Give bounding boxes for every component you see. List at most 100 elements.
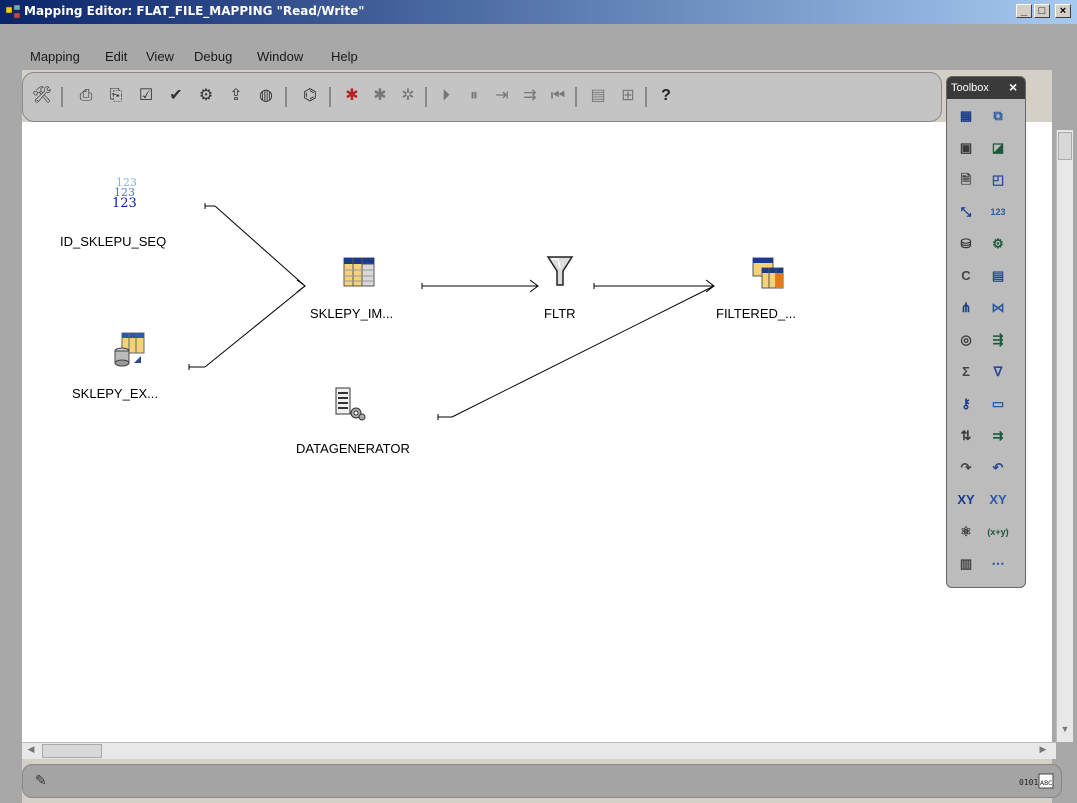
scroll-right-arrow-icon[interactable]: ▶ — [1036, 744, 1050, 758]
transformation-icon[interactable]: ⚙ — [987, 233, 1009, 255]
debug-stop-icon[interactable]: ✱ — [369, 85, 391, 107]
deploy-icon[interactable]: ⇪ — [225, 85, 247, 107]
window-title: Mapping Editor: FLAT_FILE_MAPPING "Read/… — [24, 4, 365, 18]
step-over-icon[interactable]: ⇉ — [519, 85, 541, 107]
aggregator-icon[interactable]: Σ — [955, 361, 977, 383]
scroll-down-arrow-icon[interactable]: ▼ — [1058, 724, 1072, 738]
validate-icon[interactable]: ✔ — [165, 85, 187, 107]
svg-text:123: 123 — [112, 196, 137, 210]
pre-mapping-icon[interactable]: ↷ — [955, 457, 977, 479]
node-label: ID_SKLEPU_SEQ — [60, 234, 167, 249]
pencil-icon: ✎ — [35, 772, 47, 788]
watch-icon[interactable]: ▤ — [587, 85, 609, 107]
toolbox-header: Toolbox × — [947, 77, 1025, 99]
maximize-button[interactable]: □ — [1034, 4, 1050, 18]
main-toolbar: 🛠 ⎙ ⎘ ☑ ✔ ⚙ ⇪ ◍ ⌬ ✱ ✱ ✲ ⏵ ⏸ ⇥ ⇉ ⏮ ▤ ⊞ ? — [22, 72, 942, 122]
splitter-icon[interactable]: ⋔ — [955, 297, 977, 319]
sequence-icon[interactable]: 123 — [987, 201, 1009, 223]
toolbar-separator — [285, 87, 287, 107]
svg-text:ABC: ABC — [1040, 780, 1052, 787]
data-generator-icon — [335, 387, 366, 421]
toolbox-title: Toolbox — [951, 82, 989, 94]
menu-debug[interactable]: Debug — [194, 49, 232, 64]
constant-icon[interactable]: C — [955, 265, 977, 287]
joiner-icon[interactable]: ⋈ — [987, 297, 1009, 319]
status-bar: ✎ 0101 ABC — [22, 764, 1062, 798]
table-function-icon[interactable]: ▥ — [955, 553, 977, 575]
tools-icon[interactable]: 🛠 — [31, 85, 53, 107]
cube-icon[interactable]: ◰ — [987, 169, 1009, 191]
toolbar-separator — [329, 87, 331, 107]
scroll-thumb[interactable] — [42, 744, 102, 758]
name-address-icon[interactable]: XY — [955, 489, 977, 511]
flat-file-icon[interactable]: 🗎 — [955, 169, 977, 191]
mapping-canvas[interactable]: 123 123 123 ID_SKLEPU_SEQ SKLEPY_EX... S… — [22, 122, 1052, 742]
toolbox-palette[interactable]: Toolbox × ▦ ⧉ ▣ ◪ 🗎 ◰ ⤡ 123 ⛁ ⚙ C ▤ ⋔ ⋈ ◎ ⇶ Σ ∇ ⚷ ▭ ⇅ ⇉ ↷ ↶ XY XY… — [946, 76, 1026, 588]
menu-edit[interactable]: Edit — [105, 49, 127, 64]
materialized-view-icon[interactable]: ▣ — [955, 137, 977, 159]
menu-mapping[interactable]: Mapping — [30, 49, 80, 64]
debug-start-icon[interactable]: ✱ — [341, 85, 363, 107]
deduplicator-icon[interactable]: ⇶ — [987, 329, 1009, 351]
pivot-icon[interactable]: ⇉ — [987, 425, 1009, 447]
pause-icon[interactable]: ⏸ — [463, 85, 485, 107]
filter-icon — [546, 256, 574, 286]
properties-icon[interactable]: ☑ — [135, 85, 157, 107]
tag-icon[interactable]: ⌬ — [299, 85, 321, 107]
expression-icon[interactable]: ▭ — [987, 393, 1009, 415]
print-icon[interactable]: ⎙ — [75, 85, 97, 107]
function-icon[interactable]: (x+y) — [987, 521, 1009, 543]
menu-window[interactable]: Window — [257, 49, 303, 64]
external-table-icon — [114, 332, 145, 367]
table-icon[interactable]: ▦ — [955, 105, 977, 127]
globe-icon[interactable]: ◍ — [255, 85, 277, 107]
connector-datagen-to-filtered[interactable] — [451, 285, 715, 418]
ascii-icon: 0101 ABC — [1019, 773, 1054, 789]
debug-step-icon[interactable]: ✲ — [397, 85, 419, 107]
unpivot-icon[interactable]: ⋯ — [987, 553, 1009, 575]
connector-ex-to-im[interactable] — [204, 285, 306, 368]
connector-seq-to-im[interactable] — [214, 205, 306, 287]
filter-icon[interactable]: ∇ — [987, 361, 1009, 383]
close-button[interactable]: × — [1055, 4, 1071, 18]
scroll-left-arrow-icon[interactable]: ◀ — [24, 744, 38, 758]
table-icon — [343, 257, 375, 287]
lookup-icon[interactable]: ⤡ — [955, 201, 977, 223]
match-merge-icon[interactable]: XY — [987, 489, 1009, 511]
vertical-scrollbar[interactable]: ▼ — [1056, 130, 1073, 742]
title-bar: Mapping Editor: FLAT_FILE_MAPPING "Read/… — [0, 0, 1077, 24]
menu-view[interactable]: View — [146, 49, 174, 64]
connection-lines — [188, 203, 715, 420]
breakpoints-icon[interactable]: ⊞ — [617, 85, 639, 107]
toolbar-separator — [425, 87, 427, 107]
data-generator-icon[interactable]: ⚛ — [955, 521, 977, 543]
toolbar-separator — [645, 87, 647, 107]
node-label: FILTERED_... — [716, 306, 796, 321]
help-icon[interactable]: ? — [655, 85, 677, 107]
print-setup-icon[interactable]: ⎘ — [105, 85, 127, 107]
set-operation-icon[interactable]: ◎ — [955, 329, 977, 351]
minimize-button[interactable]: _ — [1016, 4, 1032, 18]
mapping-input-icon[interactable]: ▤ — [987, 265, 1009, 287]
dimension-icon[interactable]: ◪ — [987, 137, 1009, 159]
external-table-icon[interactable]: ⛁ — [955, 233, 977, 255]
left-frame — [0, 70, 22, 803]
app-icon — [5, 4, 21, 19]
generate-icon[interactable]: ⚙ — [195, 85, 217, 107]
resume-icon[interactable]: ⏵ — [435, 85, 457, 107]
target-table-icon — [752, 257, 784, 289]
node-label: FLTR — [544, 306, 576, 321]
scroll-thumb[interactable] — [1058, 132, 1072, 160]
key-lookup-icon[interactable]: ⚷ — [955, 393, 977, 415]
view-icon[interactable]: ⧉ — [987, 105, 1009, 127]
node-label: DATAGENERATOR — [296, 441, 410, 456]
step-into-icon[interactable]: ⇥ — [491, 85, 513, 107]
post-mapping-icon[interactable]: ↶ — [987, 457, 1009, 479]
svg-text:0101: 0101 — [1019, 778, 1038, 787]
sorter-icon[interactable]: ⇅ — [955, 425, 977, 447]
close-icon[interactable]: × — [1009, 79, 1017, 95]
menu-help[interactable]: Help — [331, 49, 358, 64]
toolbar-separator — [61, 87, 63, 107]
horizontal-scrollbar[interactable]: ◀ ▶ — [22, 742, 1056, 759]
reset-icon[interactable]: ⏮ — [547, 85, 569, 107]
